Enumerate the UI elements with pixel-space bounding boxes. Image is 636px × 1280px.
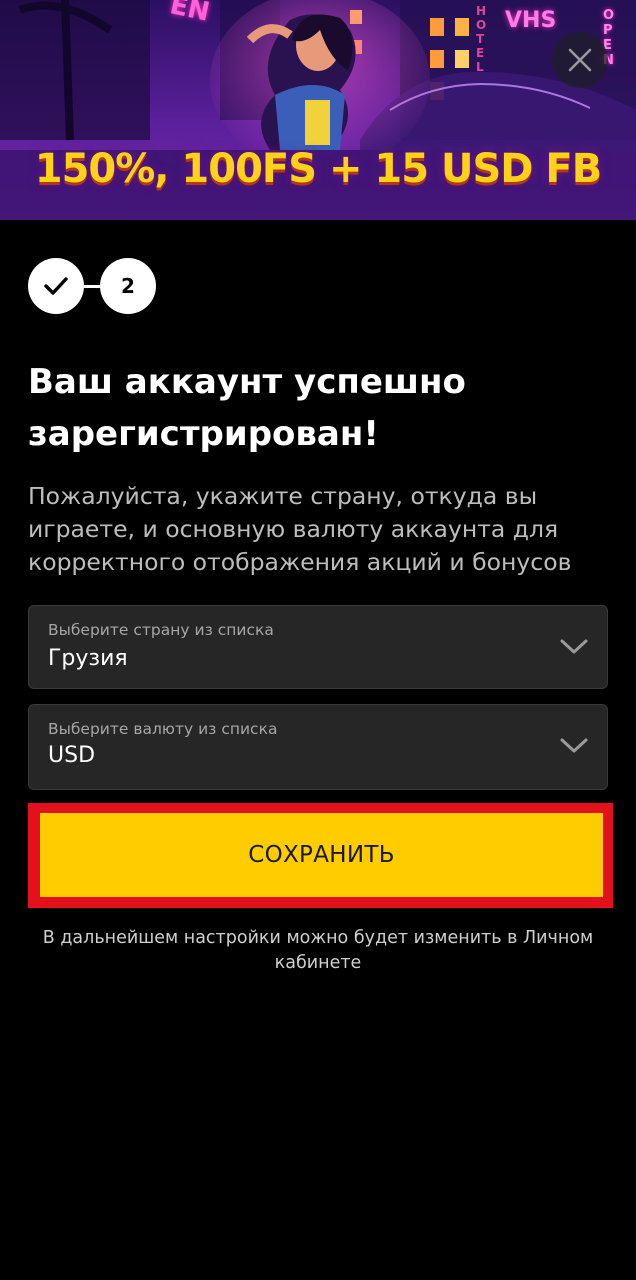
country-select[interactable]: Выберите страну из списка Грузия bbox=[28, 605, 608, 689]
chevron-down-icon bbox=[560, 738, 588, 753]
page-subtitle: Пожалуйста, укажите страну, откуда вы иг… bbox=[28, 482, 572, 576]
neon-vhs-sign: VHS bbox=[505, 8, 557, 33]
currency-select-label: Выберите валюту из списка bbox=[48, 720, 278, 738]
step-1-completed bbox=[28, 258, 84, 314]
close-button[interactable] bbox=[552, 32, 608, 88]
registration-stepper: 2 bbox=[28, 258, 156, 314]
country-select-label: Выберите страну из списка bbox=[48, 621, 274, 639]
promo-banner: EN VHS OPEN HOTEL 150%, 100FS + 15 USD F… bbox=[0, 0, 636, 220]
check-icon bbox=[44, 277, 68, 295]
save-button[interactable]: СОХРАНИТЬ bbox=[40, 813, 603, 897]
registration-page: EN VHS OPEN HOTEL 150%, 100FS + 15 USD F… bbox=[0, 0, 636, 1280]
neon-hotel-sign: HOTEL bbox=[476, 4, 487, 74]
page-title: Ваш аккаунт успешно зарегистрирован! bbox=[28, 362, 466, 454]
currency-select-value: USD bbox=[48, 743, 96, 768]
settings-note: В дальнейшем настройки можно будет измен… bbox=[42, 928, 594, 973]
currency-select[interactable]: Выберите валюту из списка USD bbox=[28, 704, 608, 790]
step-2-current: 2 bbox=[100, 258, 156, 314]
chevron-down-icon bbox=[560, 639, 588, 654]
promo-text: 150%, 100FS + 15 USD FB bbox=[34, 146, 603, 192]
step-connector bbox=[84, 284, 100, 288]
close-icon bbox=[568, 48, 592, 72]
country-select-value: Грузия bbox=[48, 646, 128, 671]
